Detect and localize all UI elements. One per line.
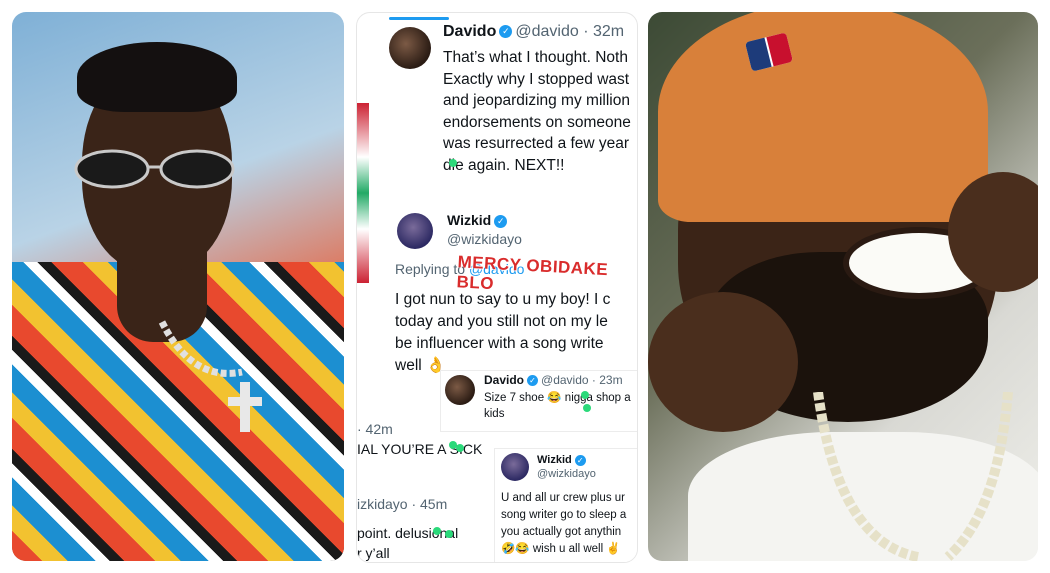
author-name: Davido [443,23,497,40]
timestamp: · 32m [583,23,625,40]
marker-dot [449,159,457,167]
tweet-line: and jeopardizing my million [443,92,630,109]
author-handle: @wizkidayo [537,468,596,480]
author-name: Wizkid [537,454,572,466]
tweet-header: Wizkid ✓ [447,212,510,228]
marker-dot [445,530,453,538]
right-photo [648,12,1038,561]
verified-icon: ✓ [499,25,513,39]
tweet-fragment: point. delusional r y’all [357,523,459,562]
author-handle: @davido [541,373,589,387]
tweet-line: r y’all [357,545,390,561]
tweet-line: die again. NEXT!! [443,156,565,174]
tweet-line: kids [484,408,505,420]
tweet-line: endorsements on someone [443,113,631,131]
sunglasses-icon [74,149,235,189]
tweet-body: U and all ur crew plus ur song writer go… [501,490,626,558]
tweet-line: That’s what I thought. Noth [443,49,628,66]
tab-indicator [389,17,449,20]
marker-dot [583,404,591,412]
marker-dot [581,391,589,399]
marker-dot [433,527,441,535]
chain-icon [158,320,262,432]
tweet-body: Size 7 shoe 😂 nigga shop a kids [484,390,631,422]
tweet-line: you actually got anythin [501,526,622,538]
verified-icon: ✓ [527,375,539,387]
tweet-collage: Davido ✓ @davido · 32m That’s what I thoug… [356,12,638,563]
tweet-header: Davido ✓ @davido · 32m [443,23,624,41]
tweet-line: I got nun to say to u my boy! I c [395,291,611,308]
verified-icon: ✓ [574,454,586,466]
side-image-strip [357,103,369,283]
left-photo [12,12,344,561]
avatar [397,213,433,249]
timestamp: · 23m [591,373,623,387]
tweet-line: point. delusional [357,525,459,541]
orange-cap [658,12,988,222]
tweet-line: be influencer with a song write [395,335,604,352]
left-hand [648,292,798,432]
replying-prefix: Replying to [395,261,466,277]
tweet-body: I got nun to say to u my boy! I c today … [395,289,610,377]
timestamp: · 42m [357,421,393,437]
author-name: Wizkid [447,212,492,228]
avatar [389,27,431,69]
author-name: Davido [484,373,525,387]
tweet-body: That’s what I thought. Noth Exactly why … [443,47,631,176]
author-handle: izkidayo · 45m [357,496,448,512]
tweet-line: Size 7 shoe 😂 nigga shop a [484,392,631,404]
verified-icon: ✓ [494,214,508,228]
tweet-line: 🤣😂 wish u all well ✌ [501,543,621,555]
tweet-line: song writer go to sleep a [501,509,627,521]
tweet-line: today and you still not on my le [395,313,608,330]
marker-dot [456,444,464,452]
tweet-header: Wizkid ✓ [537,454,589,466]
chain-icon [813,392,1013,561]
avatar [445,375,475,405]
tweet-line: U and all ur crew plus ur [501,492,625,504]
avatar [501,453,529,481]
tweet-line: Exactly why I stopped wast [443,70,630,88]
tweet-line: was resurrected a few year [443,135,630,152]
tweet-header: Davido ✓ @davido · 23m [484,373,623,387]
hair [77,42,237,112]
author-handle: @wizkidayo [447,231,522,247]
author-handle: @davido [515,23,579,40]
